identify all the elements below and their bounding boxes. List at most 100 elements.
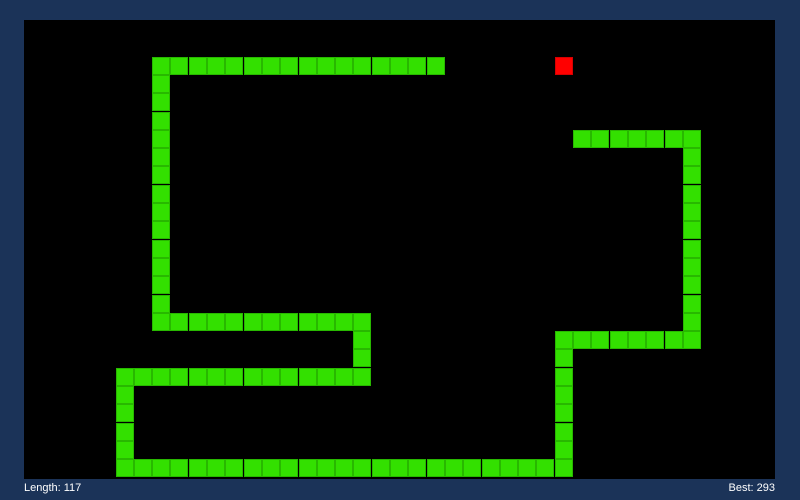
snake-segment bbox=[152, 203, 171, 221]
snake-segment bbox=[335, 312, 354, 331]
snake-segment bbox=[609, 129, 628, 148]
snake-segment bbox=[554, 386, 573, 404]
snake-segment bbox=[207, 459, 225, 478]
board-canvas bbox=[24, 20, 775, 479]
snake-segment bbox=[390, 459, 408, 478]
snake-segment bbox=[353, 56, 372, 75]
snake-segment bbox=[627, 331, 646, 350]
snake-segment bbox=[390, 56, 408, 75]
snake-segment bbox=[261, 459, 280, 478]
snake-segment bbox=[371, 459, 390, 478]
snake-segment bbox=[316, 459, 335, 478]
snake-segment bbox=[152, 367, 171, 386]
snake-segment bbox=[188, 459, 207, 478]
snake-segment bbox=[335, 56, 354, 75]
snake-segment bbox=[261, 367, 280, 386]
snake-segment bbox=[682, 276, 701, 295]
snake-segment bbox=[353, 312, 372, 331]
snake-segment bbox=[682, 203, 701, 221]
snake-segment bbox=[225, 367, 244, 386]
snake-segment bbox=[152, 276, 171, 295]
game-window: Length: 117 Best: 293 bbox=[0, 0, 800, 500]
snake-segment bbox=[554, 331, 573, 350]
snake-segment bbox=[243, 56, 262, 75]
snake-segment bbox=[408, 459, 427, 478]
snake-segment bbox=[115, 367, 134, 386]
snake-segment bbox=[280, 56, 299, 75]
snake-segment bbox=[682, 331, 701, 350]
snake-segment bbox=[554, 349, 573, 368]
game-board[interactable] bbox=[24, 20, 775, 479]
snake-segment bbox=[152, 93, 171, 112]
best-score-readout: Best: 293 bbox=[728, 482, 775, 494]
snake-segment bbox=[115, 459, 134, 478]
snake-segment bbox=[682, 221, 701, 240]
snake-segment bbox=[444, 459, 463, 478]
snake-segment bbox=[115, 386, 134, 404]
snake-segment bbox=[152, 148, 171, 167]
snake-segment bbox=[152, 221, 171, 240]
snake-segment bbox=[664, 129, 683, 148]
snake-segment bbox=[573, 331, 591, 350]
snake-segment bbox=[408, 56, 427, 75]
snake-segment bbox=[554, 422, 573, 441]
snake-segment bbox=[152, 239, 171, 258]
snake-segment bbox=[499, 459, 518, 478]
snake-segment bbox=[316, 56, 335, 75]
snake-segment bbox=[188, 367, 207, 386]
snake-segment bbox=[170, 56, 189, 75]
snake-segment bbox=[207, 56, 225, 75]
snake-segment bbox=[170, 367, 189, 386]
snake-segment bbox=[335, 459, 354, 478]
snake-segment bbox=[353, 331, 372, 350]
snake-segment bbox=[170, 312, 189, 331]
snake-segment bbox=[627, 129, 646, 148]
snake-segment bbox=[261, 56, 280, 75]
snake-segment bbox=[133, 459, 152, 478]
snake-segment bbox=[518, 459, 537, 478]
snake-segment bbox=[243, 312, 262, 331]
snake-segment bbox=[188, 56, 207, 75]
snake-segment bbox=[554, 459, 573, 478]
snake-segment bbox=[463, 459, 482, 478]
snake-segment bbox=[682, 239, 701, 258]
snake-segment bbox=[115, 404, 134, 423]
snake-segment bbox=[152, 56, 171, 75]
snake-segment bbox=[646, 129, 665, 148]
snake-segment bbox=[225, 459, 244, 478]
snake-segment bbox=[554, 404, 573, 423]
snake-segment bbox=[682, 129, 701, 148]
snake-segment bbox=[682, 257, 701, 276]
snake-segment bbox=[591, 129, 610, 148]
snake-segment bbox=[298, 56, 317, 75]
snake-segment bbox=[316, 367, 335, 386]
snake-segment bbox=[426, 56, 445, 75]
snake-segment bbox=[298, 367, 317, 386]
snake-segment bbox=[152, 166, 171, 185]
snake-segment bbox=[225, 312, 244, 331]
snake-segment bbox=[554, 440, 573, 459]
snake-segment bbox=[207, 367, 225, 386]
snake-segment bbox=[225, 56, 244, 75]
snake-segment bbox=[152, 129, 171, 148]
snake-segment bbox=[152, 257, 171, 276]
snake-segment bbox=[664, 331, 683, 350]
snake-segment bbox=[133, 367, 152, 386]
snake-segment bbox=[682, 294, 701, 313]
snake-segment bbox=[152, 459, 171, 478]
snake-segment bbox=[371, 56, 390, 75]
snake-segment bbox=[207, 312, 225, 331]
snake-segment bbox=[152, 74, 171, 93]
food-pellet bbox=[554, 56, 573, 75]
snake-segment bbox=[115, 440, 134, 459]
snake-segment bbox=[609, 331, 628, 350]
snake-segment bbox=[682, 148, 701, 167]
snake-segment bbox=[170, 459, 189, 478]
snake-segment bbox=[316, 312, 335, 331]
snake-segment bbox=[152, 294, 171, 313]
snake-segment bbox=[280, 367, 299, 386]
snake-segment bbox=[280, 459, 299, 478]
snake-segment bbox=[426, 459, 445, 478]
snake-segment bbox=[188, 312, 207, 331]
snake-segment bbox=[152, 111, 171, 130]
